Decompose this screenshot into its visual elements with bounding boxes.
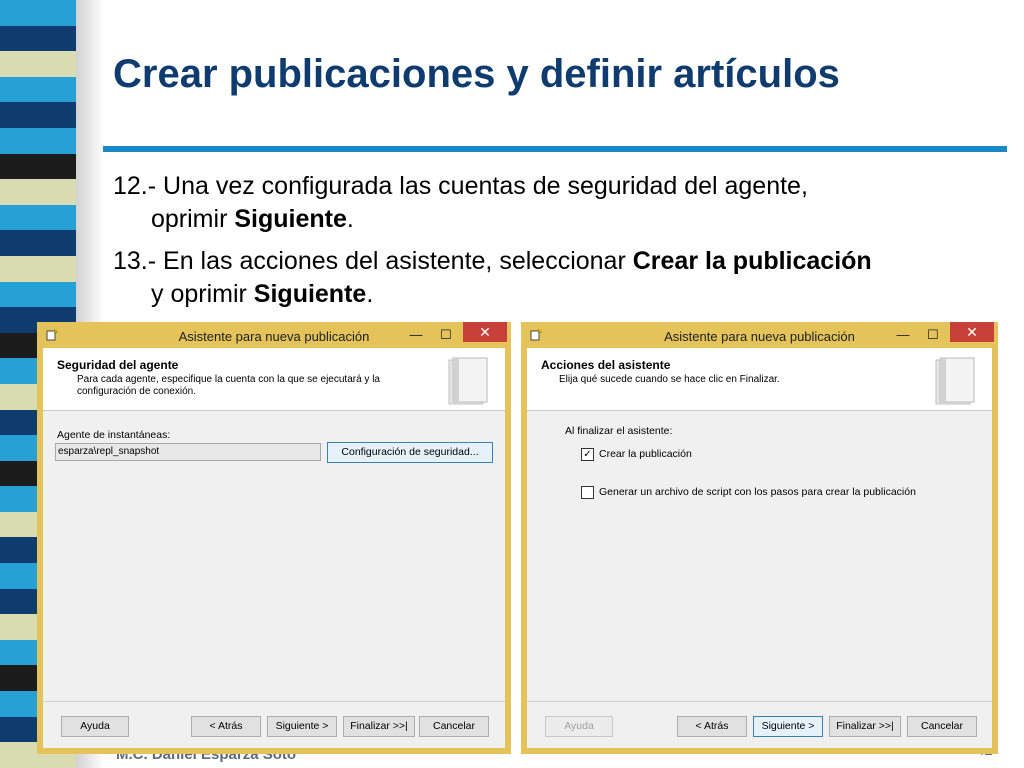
wizard-header-title: Seguridad del agente: [57, 358, 179, 372]
stripe-block: [0, 204, 76, 231]
wizard-book-icon: [448, 357, 488, 405]
wizard-body: Al finalizar el asistente: ✓ Crear la pu…: [527, 411, 992, 719]
stripe-block: [0, 255, 76, 282]
wizard-actions-dialog: Asistente para nueva publicación — ☐ ✕ A…: [521, 322, 998, 754]
maximize-button[interactable]: ☐: [433, 326, 459, 344]
stripe-block: [0, 179, 76, 205]
create-publication-checkbox[interactable]: ✓: [581, 448, 594, 461]
back-button[interactable]: < Atrás: [677, 716, 747, 737]
create-publication-label[interactable]: Crear la publicación: [599, 448, 692, 460]
security-settings-button[interactable]: Configuración de seguridad...: [327, 442, 493, 463]
text-segment: y oprimir: [151, 280, 254, 308]
wizard-header: Acciones del asistente Elija qué sucede …: [527, 348, 992, 411]
slide-title: Crear publicaciones y definir artículos: [113, 52, 840, 96]
close-button[interactable]: ✕: [950, 322, 994, 342]
text-segment: 13.- En las acciones del asistente, sele…: [113, 247, 633, 275]
generate-script-label[interactable]: Generar un archivo de script con los pas…: [599, 486, 916, 498]
agent-security-dialog: Asistente para nueva publicación — ☐ ✕ S…: [37, 322, 511, 754]
stripe-block: [0, 102, 76, 128]
finish-button[interactable]: Finalizar >>|: [343, 716, 415, 737]
close-button[interactable]: ✕: [463, 322, 507, 342]
title-rule: [103, 146, 1007, 152]
instruction-13-line2: y oprimir Siguiente.: [113, 278, 993, 311]
stripe-block: [0, 127, 76, 154]
next-button[interactable]: Siguiente >: [753, 716, 823, 737]
instruction-13: 13.- En las acciones del asistente, sele…: [113, 245, 993, 311]
wizard-header-description: Para cada agente, especifique la cuenta …: [77, 374, 380, 397]
generate-script-checkbox[interactable]: [581, 486, 594, 499]
dialog-titlebar[interactable]: Asistente para nueva publicación — ☐ ✕: [37, 322, 511, 348]
instruction-12-line2: oprimir Siguiente.: [113, 203, 993, 236]
help-button[interactable]: Ayuda: [545, 716, 613, 737]
bold-segment: Siguiente: [253, 280, 367, 308]
next-button[interactable]: Siguiente >: [267, 716, 337, 737]
cancel-button[interactable]: Cancelar: [419, 716, 489, 737]
back-button[interactable]: < Atrás: [191, 716, 261, 737]
text-segment: .: [346, 205, 354, 233]
dialog-titlebar[interactable]: Asistente para nueva publicación — ☐ ✕: [521, 322, 998, 348]
wizard-book-icon: [935, 357, 975, 405]
stripe-block: [0, 281, 76, 308]
stripe-block: [0, 230, 76, 256]
cancel-button[interactable]: Cancelar: [907, 716, 977, 737]
snapshot-agent-field[interactable]: esparza\repl_snapshot: [55, 443, 321, 461]
stripe-block: [0, 51, 76, 77]
bold-segment: Crear la publicación: [632, 247, 872, 275]
text-segment: oprimir: [151, 205, 235, 233]
instruction-12-line1: 12.- Una vez configurada las cuentas de …: [113, 172, 808, 200]
finish-button[interactable]: Finalizar >>|: [829, 716, 901, 737]
stripe-block: [0, 25, 76, 52]
instruction-12: 12.- Una vez configurada las cuentas de …: [113, 170, 993, 236]
wizard-button-bar: Ayuda < Atrás Siguiente > Finalizar >>| …: [43, 701, 505, 748]
stripe-block: [0, 76, 76, 103]
snapshot-agent-label: Agente de instantáneas:: [57, 429, 171, 441]
wizard-button-bar: Ayuda < Atrás Siguiente > Finalizar >>| …: [527, 701, 992, 748]
wizard-header-title: Acciones del asistente: [541, 358, 671, 372]
bold-segment: Siguiente: [234, 205, 347, 233]
minimize-button[interactable]: —: [403, 326, 429, 344]
wizard-header-description: Elija qué sucede cuando se hace clic en …: [559, 374, 780, 385]
text-segment: .: [366, 280, 374, 308]
wizard-body: Agente de instantáneas: esparza\repl_sna…: [43, 411, 505, 719]
instruction-13-line1: 13.- En las acciones del asistente, sele…: [113, 247, 872, 275]
maximize-button[interactable]: ☐: [920, 326, 946, 344]
help-button[interactable]: Ayuda: [61, 716, 129, 737]
wizard-header: Seguridad del agente Para cada agente, e…: [43, 348, 505, 411]
minimize-button[interactable]: —: [890, 326, 916, 344]
finish-actions-label: Al finalizar el asistente:: [565, 425, 673, 437]
stripe-block: [0, 0, 76, 26]
stripe-block: [0, 153, 76, 180]
